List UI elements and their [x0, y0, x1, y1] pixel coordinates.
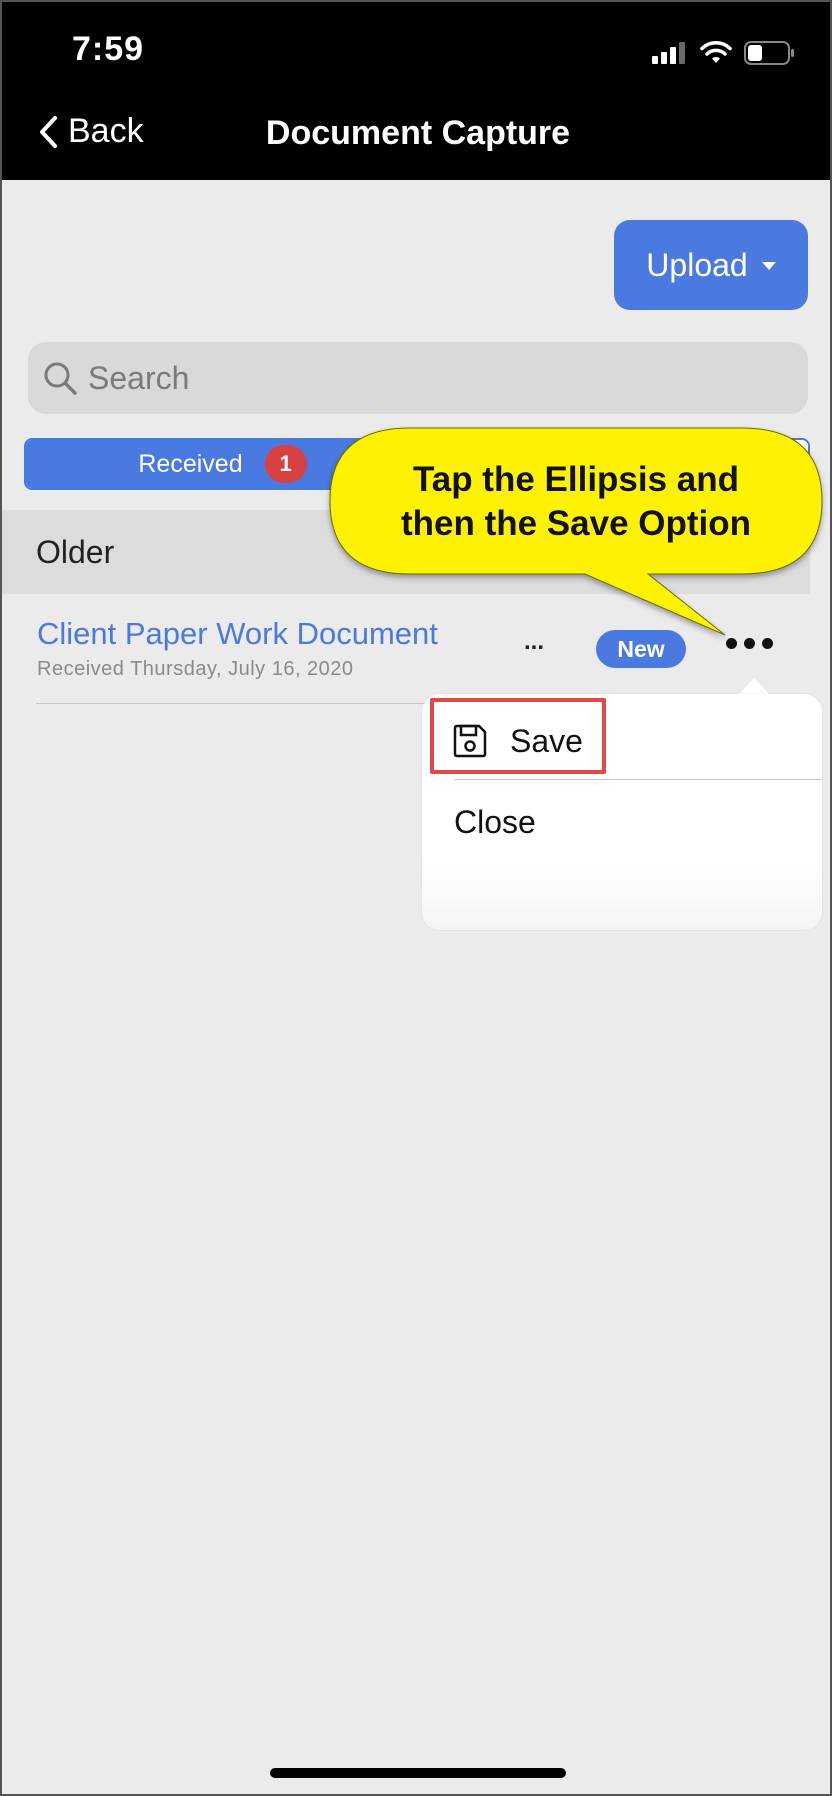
upload-button[interactable]: Upload — [614, 220, 808, 310]
popover-arrow — [738, 678, 770, 695]
app-frame: 7:59 Back Document Capture Upload Search… — [0, 0, 832, 1796]
top-bar: 7:59 Back Document Capture — [2, 2, 830, 180]
battery-icon — [744, 41, 794, 65]
ellipsis-dot — [726, 638, 737, 649]
callout-text: Tap the Ellipsis and then the Save Optio… — [400, 460, 752, 543]
caret-down-icon — [761, 262, 776, 270]
document-received-date: Received Thursday, July 16, 2020 — [37, 658, 354, 680]
search-icon — [44, 362, 77, 395]
home-indicator — [270, 1768, 566, 1778]
more-options-icon[interactable] — [726, 638, 773, 649]
save-highlight-box — [430, 698, 606, 774]
menu-item-close[interactable]: Close — [454, 804, 536, 841]
search-placeholder: Search — [88, 359, 190, 396]
row-divider — [36, 703, 436, 704]
page-title: Document Capture — [265, 114, 571, 152]
upload-label: Upload — [646, 246, 748, 283]
search-input[interactable]: Search — [28, 342, 808, 414]
menu-divider — [454, 779, 822, 780]
wifi-icon — [700, 41, 732, 63]
ellipsis-dot — [762, 638, 773, 649]
callout-bubble: Tap the Ellipsis and then the Save Optio… — [329, 427, 823, 636]
cellular-signal-icon — [652, 42, 685, 64]
popover-footer — [422, 860, 822, 930]
status-icons — [652, 40, 796, 66]
ellipsis-dot — [744, 638, 755, 649]
received-count-badge: 1 — [264, 445, 307, 483]
status-time: 7:59 — [72, 30, 145, 68]
tab-received-label: Received — [138, 449, 243, 478]
